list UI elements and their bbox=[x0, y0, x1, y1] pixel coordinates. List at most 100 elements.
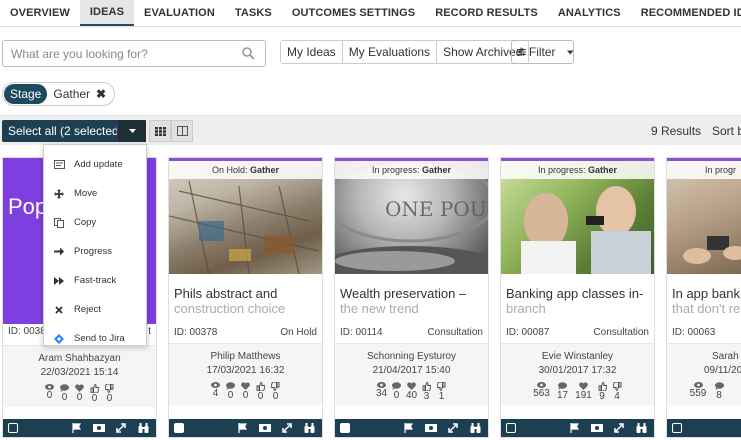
menu-item-add-update[interactable]: Add update bbox=[44, 150, 146, 179]
thumbs-up-icon bbox=[422, 382, 431, 391]
idea-card[interactable]: ONE POU In progress: Gather Wealth prese… bbox=[334, 157, 489, 438]
bulk-actions-menu: Add update Move Copy Progress Fast-track… bbox=[43, 144, 147, 346]
card-owner[interactable]: Schonning Eysturoy bbox=[335, 350, 488, 364]
tab-recommended-ideas[interactable]: RECOMMENDED IDEAS bbox=[631, 0, 741, 26]
select-all-caret[interactable] bbox=[117, 120, 146, 142]
thumbs-down-icon bbox=[271, 382, 280, 391]
card-owner[interactable]: Evie Winstanley bbox=[501, 350, 654, 364]
card-title[interactable]: Phils abstract and construction choice bbox=[169, 274, 322, 318]
card-title[interactable]: Wealth preservation – the new trend bbox=[335, 274, 488, 318]
caret-down-icon bbox=[566, 49, 573, 55]
thumbs-down-stat: 1 bbox=[434, 382, 449, 402]
binoculars-icon[interactable] bbox=[135, 423, 151, 433]
filter-button[interactable]: Filter bbox=[511, 40, 574, 64]
expand-icon[interactable] bbox=[113, 423, 129, 433]
my-evaluations-button[interactable]: My Evaluations bbox=[342, 41, 438, 63]
comments-stat: 0 bbox=[57, 384, 72, 404]
main-nav: OVERVIEW IDEAS EVALUATION TASKS OUTCOMES… bbox=[0, 0, 741, 27]
card-checkbox[interactable] bbox=[672, 423, 682, 433]
card-checkbox[interactable] bbox=[8, 423, 18, 433]
card-title[interactable]: In app bank that don't re bbox=[667, 274, 741, 318]
money-icon[interactable] bbox=[589, 424, 605, 432]
menu-item-copy[interactable]: Copy bbox=[44, 208, 146, 237]
tab-evaluation[interactable]: EVALUATION bbox=[134, 0, 225, 26]
comments-stat: 0 bbox=[389, 382, 404, 402]
x-icon bbox=[53, 305, 65, 314]
card-owner[interactable]: Aram Shahbazyan bbox=[3, 352, 156, 366]
svg-text:ONE POU: ONE POU bbox=[385, 197, 487, 221]
results-count: 9 Results bbox=[651, 124, 702, 138]
sort-by-dropdown[interactable]: Sort b bbox=[712, 124, 741, 138]
add-update-icon bbox=[53, 160, 65, 169]
tab-ideas[interactable]: IDEAS bbox=[79, 0, 135, 26]
expand-icon[interactable] bbox=[611, 423, 627, 433]
sliders-icon bbox=[517, 48, 526, 56]
views-stat: 0 bbox=[42, 384, 57, 404]
tab-analytics[interactable]: ANALYTICS bbox=[548, 0, 631, 26]
tab-outcomes-settings[interactable]: OUTCOMES SETTINGS bbox=[282, 0, 425, 26]
menu-item-send-to-jira[interactable]: Send to Jira bbox=[44, 324, 146, 353]
idea-card[interactable]: In progr In app bank that don't re ID: 00… bbox=[666, 157, 741, 438]
thumbs-down-stat: 0 bbox=[102, 384, 117, 404]
idea-card[interactable]: On Hold: Gather Phils abstract and constr… bbox=[168, 157, 323, 438]
money-icon[interactable] bbox=[91, 424, 107, 432]
stage-filter-chip: Stage Gather ✖ bbox=[2, 82, 116, 106]
expand-icon[interactable] bbox=[279, 423, 295, 433]
grid-view-button[interactable] bbox=[149, 120, 171, 142]
my-ideas-button[interactable]: My Ideas bbox=[281, 41, 343, 63]
comments-stat: 8 bbox=[709, 382, 729, 401]
binoculars-icon[interactable] bbox=[633, 423, 649, 433]
heart-icon bbox=[579, 382, 588, 390]
list-view-button[interactable] bbox=[171, 120, 193, 142]
flag-icon[interactable] bbox=[567, 423, 583, 433]
card-actions bbox=[667, 419, 741, 437]
idea-card[interactable]: In progress: Gather Banking app classes … bbox=[500, 157, 655, 438]
select-all-button[interactable]: Select all (2 selected) bbox=[2, 120, 146, 142]
tab-overview[interactable]: OVERVIEW bbox=[0, 0, 80, 26]
card-status: On Hold bbox=[280, 327, 317, 338]
fast-forward-icon bbox=[53, 276, 65, 285]
card-image: ONE POU In progress: Gather bbox=[335, 161, 488, 274]
menu-item-progress[interactable]: Progress bbox=[44, 237, 146, 266]
binoculars-icon[interactable] bbox=[467, 423, 483, 433]
copy-icon bbox=[53, 217, 65, 228]
thumbs-up-icon bbox=[598, 382, 607, 391]
flag-icon[interactable] bbox=[401, 423, 417, 433]
search-input[interactable]: What are you looking for? bbox=[2, 40, 266, 67]
flag-icon[interactable] bbox=[235, 423, 251, 433]
card-stage-label: In progr bbox=[667, 161, 741, 179]
likes-stat: 0 bbox=[238, 382, 253, 402]
menu-item-move[interactable]: Move bbox=[44, 179, 146, 208]
money-icon[interactable] bbox=[257, 424, 273, 432]
menu-item-fast-track[interactable]: Fast-track bbox=[44, 266, 146, 295]
grid-icon bbox=[154, 126, 166, 136]
tab-record-results[interactable]: RECORD RESULTS bbox=[425, 0, 548, 26]
heart-icon bbox=[407, 382, 416, 390]
menu-item-reject[interactable]: Reject bbox=[44, 295, 146, 324]
views-stat: 559 bbox=[687, 382, 709, 401]
flag-icon[interactable] bbox=[69, 423, 85, 433]
card-title: Pop bbox=[8, 194, 48, 219]
expand-icon[interactable] bbox=[445, 423, 461, 433]
card-title[interactable]: Banking app classes in-branch bbox=[501, 274, 654, 318]
card-date: 30/01/2017 17:32 bbox=[538, 365, 617, 376]
filter-label: Filter bbox=[528, 45, 556, 59]
card-id: ID: 00114 bbox=[340, 327, 383, 338]
views-stat: 34 bbox=[374, 382, 389, 402]
money-icon[interactable] bbox=[423, 424, 439, 432]
card-checkbox[interactable] bbox=[340, 423, 350, 433]
select-all-label: Select all (2 selected) bbox=[8, 124, 123, 138]
tab-tasks[interactable]: TASKS bbox=[225, 0, 282, 26]
card-actions bbox=[3, 419, 156, 437]
binoculars-icon[interactable] bbox=[301, 423, 317, 433]
card-owner[interactable]: Philip Matthews bbox=[169, 350, 322, 364]
view-toggle bbox=[149, 120, 193, 142]
card-checkbox[interactable] bbox=[506, 423, 516, 433]
card-image: On Hold: Gather bbox=[169, 161, 322, 274]
remove-chip-icon[interactable]: ✖ bbox=[96, 87, 106, 101]
thumbs-up-stat: 3 bbox=[419, 382, 434, 402]
card-checkbox[interactable] bbox=[174, 423, 184, 433]
comments-stat: 17 bbox=[553, 382, 573, 402]
thumbs-up-stat: 0 bbox=[87, 384, 102, 404]
card-owner[interactable]: Sarah bbox=[712, 350, 741, 364]
